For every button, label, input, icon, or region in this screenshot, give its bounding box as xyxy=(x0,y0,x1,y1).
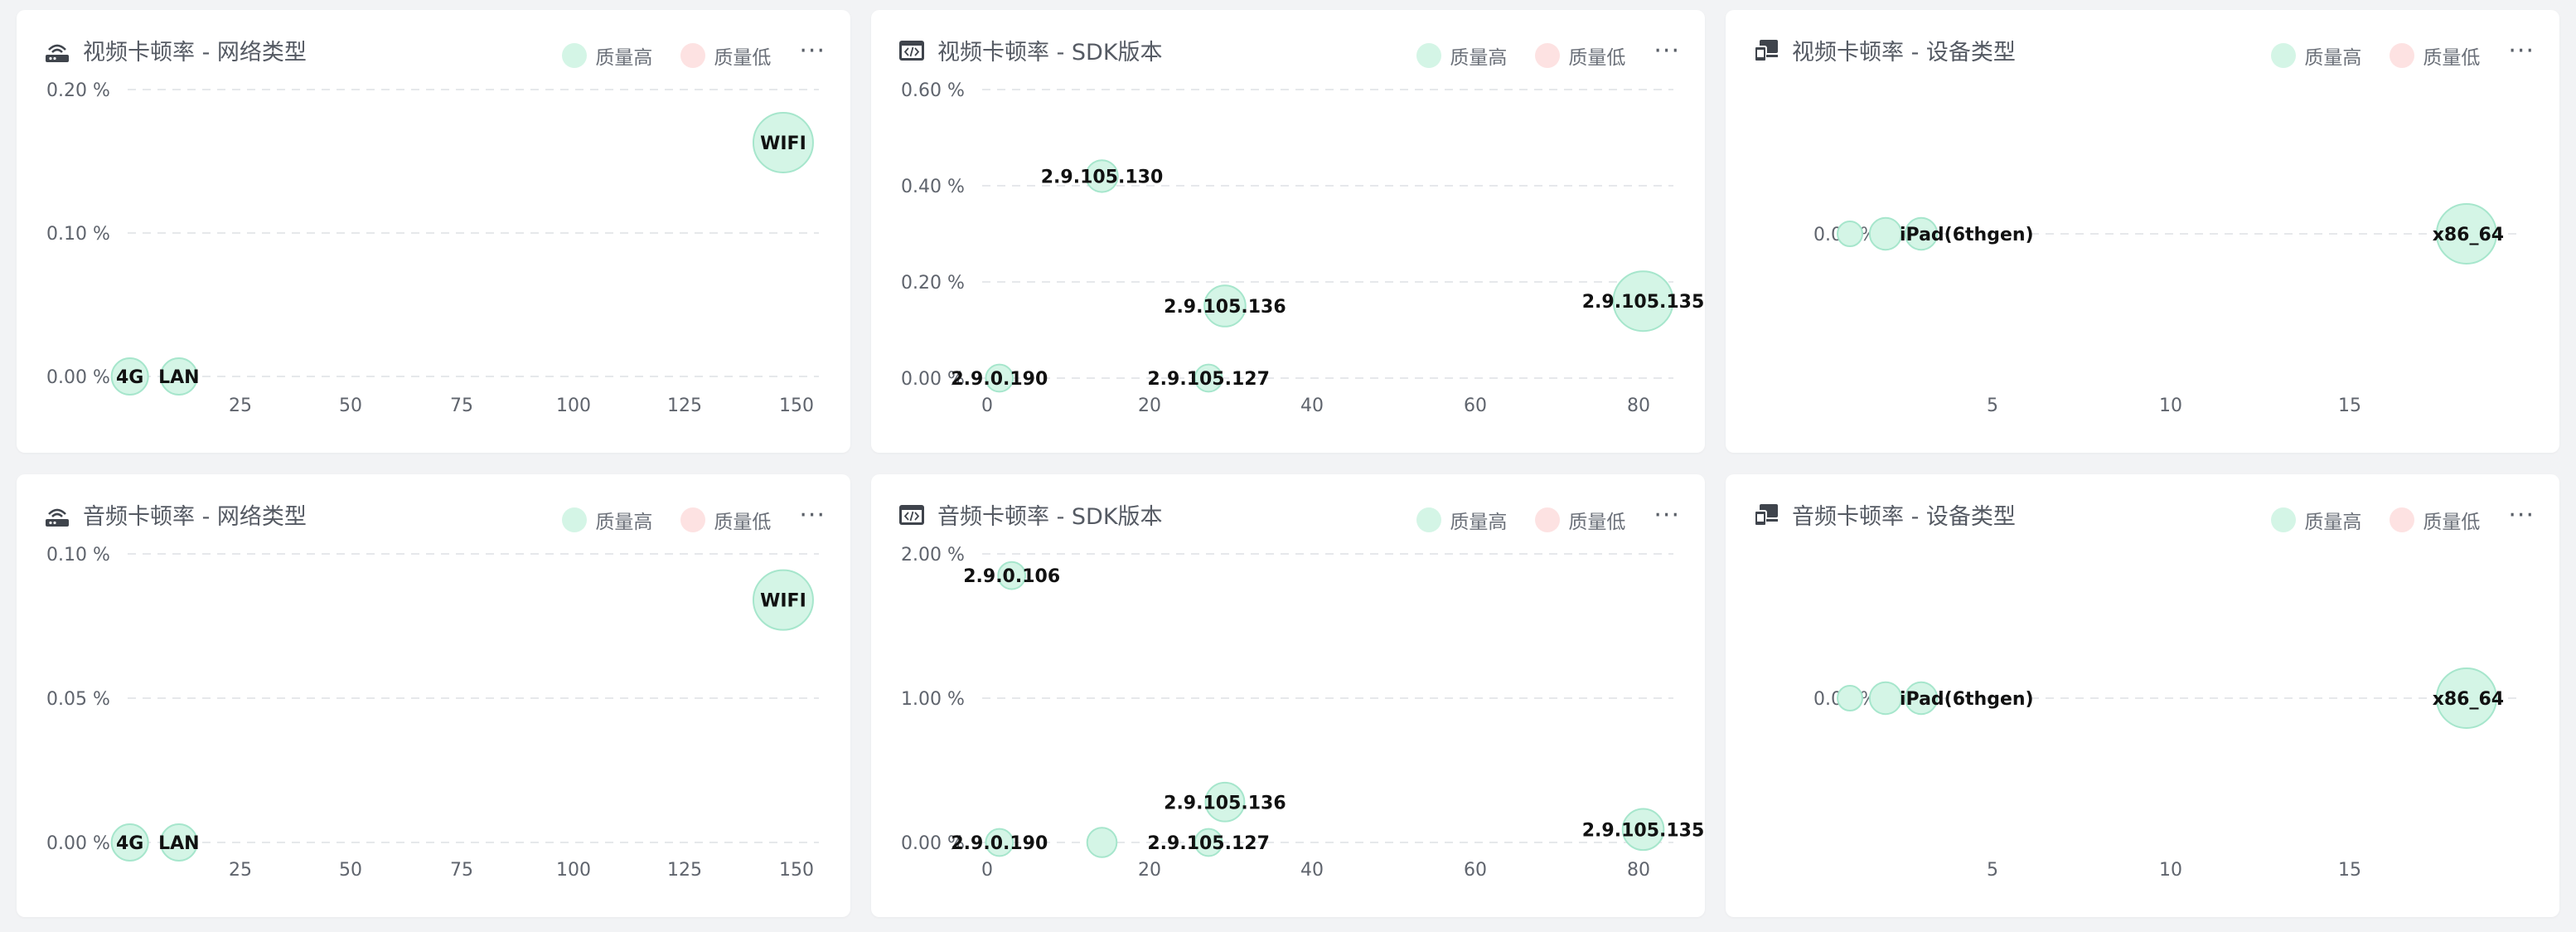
data-point-label: 2.9.0.190 xyxy=(951,369,1048,390)
y-tick-label: 0.10 % xyxy=(46,545,110,566)
chart-card: 视频卡顿率 - 设备类型 质量高 质量低 ··· 0.00 % 5 10 15 iPad… xyxy=(1726,10,2559,453)
x-tick-label: 5 xyxy=(1987,860,1998,881)
x-tick-label: 60 xyxy=(1464,396,1487,416)
scatter-plot: 0.00 %5 10 15iPad(6thgen) x86_64 xyxy=(1813,203,2521,416)
x-tick-label: 80 xyxy=(1627,860,1650,881)
x-tick-label: 75 xyxy=(450,396,473,416)
x-tick-label: 25 xyxy=(229,860,252,881)
data-point-label: WIFI xyxy=(760,133,806,154)
x-tick-label: 15 xyxy=(2338,396,2361,416)
x-tick-label: 100 xyxy=(556,396,591,416)
scatter-plot: 0.00 %5 10 15iPad(6thgen) x86_64 xyxy=(1813,667,2521,881)
data-point-label: 2.9.105.130 xyxy=(1041,167,1164,187)
data-point-label: 2.9.105.136 xyxy=(1164,793,1286,813)
y-tick-label: 0.05 % xyxy=(46,689,110,710)
data-point-label: iPad(6thgen) xyxy=(1900,225,2034,245)
data-point-label: x86_64 xyxy=(2433,689,2504,710)
x-tick-label: 0 xyxy=(981,396,993,416)
x-tick-label: 80 xyxy=(1627,396,1650,416)
chart-card: 音频卡顿率 - 设备类型 质量高 质量低 ··· 0.00 % 5 10 15 iPad… xyxy=(1726,474,2559,917)
data-point-label: 4G xyxy=(116,833,143,854)
data-point-label: iPad(6thgen) xyxy=(1900,689,2034,710)
x-tick-label: 150 xyxy=(779,396,814,416)
y-tick-label: 0.10 % xyxy=(46,224,110,245)
y-tick-label: 0.20 % xyxy=(46,80,110,101)
dashboard-grid: 视频卡顿率 - 网络类型 质量高 质量低 ··· 0.20 % 0.10 % 0.0… xyxy=(0,0,2576,932)
data-point xyxy=(1868,681,1903,716)
y-tick-label: 0.40 % xyxy=(901,177,965,197)
data-point-label: 2.9.105.135 xyxy=(1582,820,1705,841)
chart-card: 视频卡顿率 - 网络类型 质量高 质量低 ··· 0.20 % 0.10 % 0.0… xyxy=(17,10,850,453)
y-tick-label: 1.00 % xyxy=(901,689,965,710)
scatter-plot: 0.10 % 0.05 % 0.00 % 25 50 75 100 125 150 4G LAN WI… xyxy=(46,545,819,881)
y-tick-label: 0.00 % xyxy=(46,367,110,388)
x-tick-label: 10 xyxy=(2159,860,2182,881)
x-tick-label: 5 xyxy=(1987,396,1998,416)
chart-card: 视频卡顿率 - SDK版本 质量高 质量低 ··· 0.60 % 0.40 % 0.… xyxy=(871,10,1705,453)
chart-card: 音频卡顿率 - SDK版本 质量高 质量低 ··· 2.00 % 1.00 % 0.… xyxy=(871,474,1705,917)
x-tick-label: 10 xyxy=(2159,396,2182,416)
scatter-plot: 0.60 %0.40 %0.20 %0.00 %0 20 40 60 802.9.0.1… xyxy=(901,80,1705,416)
data-point-label: x86_64 xyxy=(2433,225,2504,245)
x-tick-label: 75 xyxy=(450,860,473,881)
data-point-label: 2.9.0.106 xyxy=(963,566,1060,587)
x-tick-label: 50 xyxy=(339,396,362,416)
data-point-label: LAN xyxy=(158,367,199,388)
data-point-label: 2.9.105.127 xyxy=(1147,369,1270,390)
x-tick-label: 15 xyxy=(2338,860,2361,881)
scatter-plot: 0.20 % 0.10 % 0.00 % 25 50 75 100 125 150 4G LAN WI… xyxy=(46,80,819,416)
data-point-label: WIFI xyxy=(760,591,806,612)
data-point xyxy=(1868,216,1903,251)
x-tick-label: 20 xyxy=(1138,860,1161,881)
y-tick-label: 0.60 % xyxy=(901,80,965,101)
data-point xyxy=(1086,827,1118,858)
data-point-label: 4G xyxy=(116,367,143,388)
scatter-plot: 2.00 %1.00 %0.00 %0 20 40 60 802.9.0.1062.9.… xyxy=(901,545,1705,881)
x-tick-label: 60 xyxy=(1464,860,1487,881)
data-point xyxy=(1837,221,1863,247)
data-point-label: 2.9.105.136 xyxy=(1164,297,1286,318)
x-tick-label: 40 xyxy=(1300,860,1324,881)
y-tick-label: 2.00 % xyxy=(901,545,965,566)
x-tick-label: 25 xyxy=(229,396,252,416)
x-tick-label: 20 xyxy=(1138,396,1161,416)
data-point-label: LAN xyxy=(158,833,199,854)
x-tick-label: 150 xyxy=(779,860,814,881)
data-point-label: 2.9.105.135 xyxy=(1582,292,1705,313)
y-tick-label: 0.20 % xyxy=(901,273,965,294)
x-tick-label: 125 xyxy=(667,860,702,881)
data-point xyxy=(1837,685,1863,711)
data-point-label: 2.9.105.127 xyxy=(1147,833,1270,854)
x-tick-label: 0 xyxy=(981,860,993,881)
data-point-label: 2.9.0.190 xyxy=(951,833,1048,854)
x-tick-label: 50 xyxy=(339,860,362,881)
x-tick-label: 40 xyxy=(1300,396,1324,416)
chart-card: 音频卡顿率 - 网络类型 质量高 质量低 ··· 0.10 % 0.05 % 0.0… xyxy=(17,474,850,917)
x-tick-label: 100 xyxy=(556,860,591,881)
y-tick-label: 0.00 % xyxy=(46,833,110,854)
x-tick-label: 125 xyxy=(667,396,702,416)
